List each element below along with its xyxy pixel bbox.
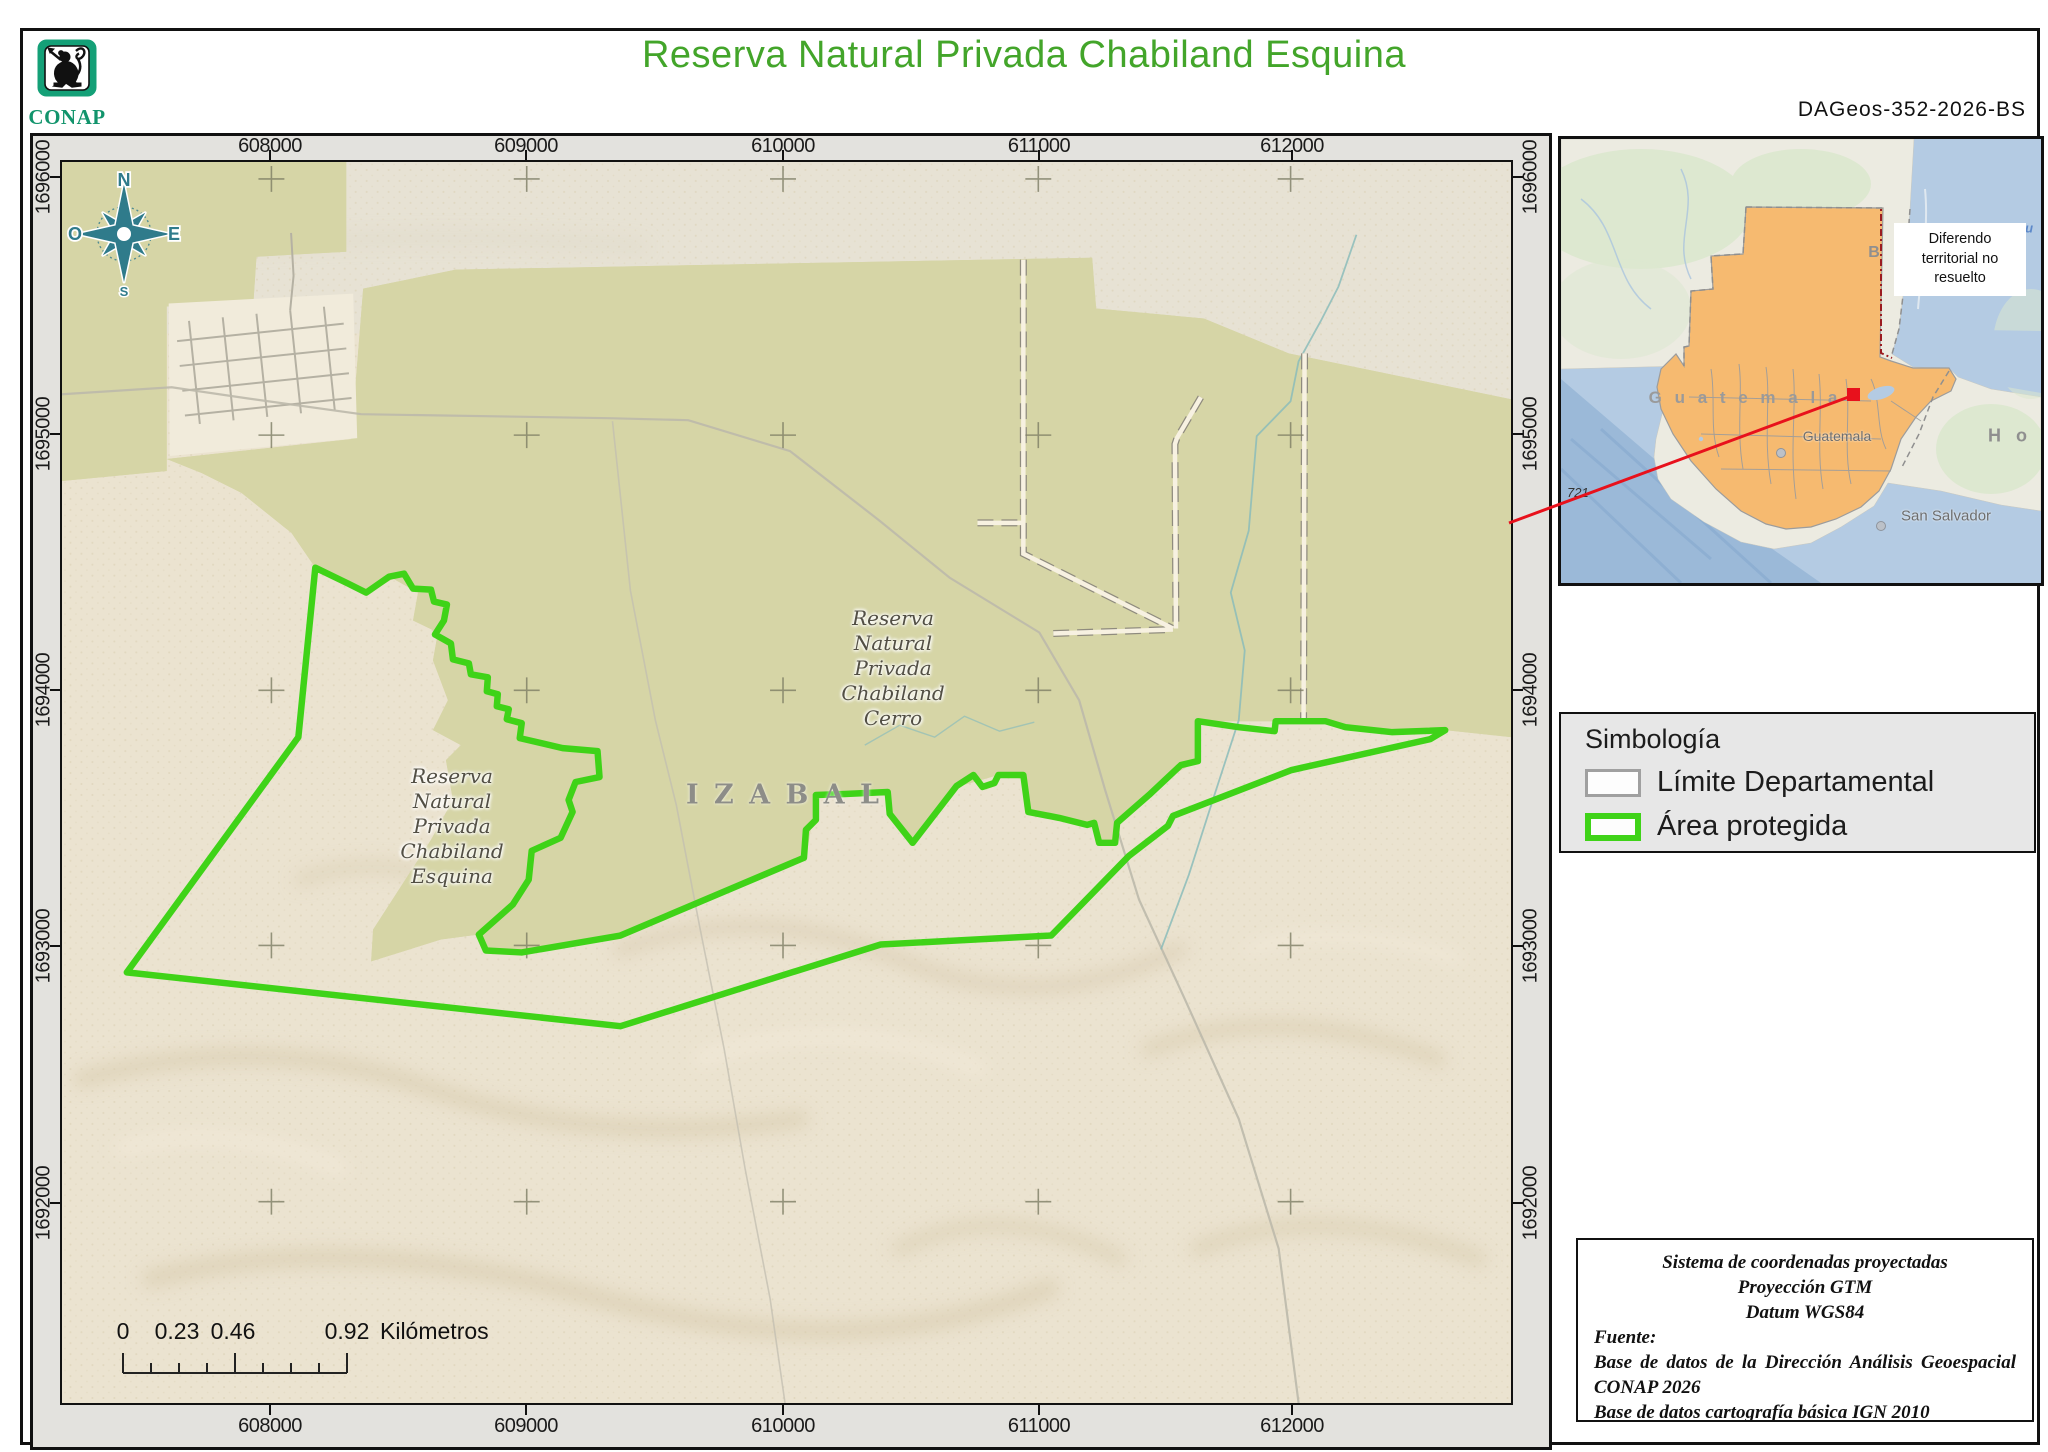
- frame-tick: [1513, 945, 1523, 947]
- frame-tick: [1291, 1405, 1293, 1415]
- frame-tick: [1513, 1202, 1523, 1204]
- inset-city-label: Guatemala: [1803, 428, 1871, 444]
- territorial-dispute-note: Diferendo territorial no resuelto: [1894, 223, 2026, 296]
- san-salvador-dot: [1877, 522, 1886, 531]
- inset-belize-fragment: B: [1868, 244, 1880, 262]
- x-tick-label: 611000: [1008, 1415, 1070, 1438]
- credits-box: Sistema de coordenadas proyectadas Proye…: [1576, 1238, 2034, 1422]
- frame-tick: [50, 689, 60, 691]
- inset-san-salvador-label: San Salvador: [1901, 508, 1991, 525]
- frame-tick: [525, 1405, 527, 1415]
- frame-tick: [1513, 176, 1523, 178]
- inset-country-label: G u a t e m a l a: [1649, 388, 1842, 408]
- scale-value: 0: [117, 1318, 130, 1345]
- source-line-2: Base de datos cartografía básica IGN 201…: [1594, 1400, 2016, 1425]
- frame-tick: [782, 150, 784, 160]
- compass-s: S: [120, 284, 129, 298]
- frame-tick: [50, 1202, 60, 1204]
- frame-tick: [1038, 150, 1040, 160]
- crs-projection: Proyección GTM: [1594, 1275, 2016, 1300]
- frame-tick: [50, 176, 60, 178]
- frame-tick: [525, 150, 527, 160]
- legend: Simbología Límite Departamental Área pro…: [1559, 712, 2036, 853]
- source-line-1: Base de datos de la Dirección Análisis G…: [1594, 1350, 2016, 1400]
- conap-logo: CONAP: [28, 38, 106, 130]
- scale-value: 0.92: [325, 1318, 370, 1345]
- frame-tick: [1291, 150, 1293, 160]
- source-heading: Fuente:: [1594, 1325, 2016, 1350]
- frame-tick: [1513, 689, 1523, 691]
- x-tick-label: 612000: [1260, 1415, 1324, 1438]
- page-title: Reserva Natural Privada Chabiland Esquin…: [0, 34, 2048, 77]
- legend-item-protected: Área protegida: [1585, 810, 1847, 843]
- crs-datum: Datum WGS84: [1594, 1300, 2016, 1325]
- legend-item-label: Área protegida: [1657, 810, 1847, 843]
- inset-honduras-fragment: H o: [1988, 426, 2032, 447]
- reserve-cerro-label: Reserva Natural Privada Chabiland Cerro: [841, 606, 944, 731]
- protected-area-swatch: [1585, 813, 1641, 841]
- scale-unit: Kilómetros: [380, 1318, 489, 1345]
- inset-locator-map: G u a t e m a l a Guatemala San Salvador…: [1558, 136, 2044, 586]
- frame-tick: [269, 150, 271, 160]
- legend-item-departmental: Límite Departamental: [1585, 766, 1934, 799]
- x-tick-label: 608000: [238, 1415, 302, 1438]
- conap-logo-icon: [36, 38, 98, 98]
- frame-tick: [50, 433, 60, 435]
- document-code: DAGeos-352-2026-BS: [1798, 98, 2026, 122]
- frame-tick: [50, 945, 60, 947]
- frame-tick: [269, 1405, 271, 1415]
- scale-bar-ruler: [110, 1345, 370, 1381]
- reference-number: 721: [1567, 485, 1589, 500]
- compass-rose-icon: N O E S: [66, 168, 182, 298]
- legend-item-label: Límite Departamental: [1657, 766, 1934, 799]
- crs-title: Sistema de coordenadas proyectadas: [1594, 1250, 2016, 1275]
- scale-value: 0.46: [211, 1318, 256, 1345]
- conap-logo-text: CONAP: [28, 105, 106, 130]
- reserve-esquina-label: Reserva Natural Privada Chabiland Esquin…: [400, 764, 503, 889]
- departmental-limit-swatch: [1585, 769, 1641, 797]
- legend-title: Simbología: [1585, 724, 1720, 755]
- scale-value: 0.23: [155, 1318, 200, 1345]
- x-tick-label: 609000: [494, 1415, 558, 1438]
- department-label: I Z A B A L: [686, 780, 882, 811]
- frame-tick: [782, 1405, 784, 1415]
- compass-e: E: [168, 224, 180, 244]
- map-document: CONAP Reserva Natural Privada Chabiland …: [0, 0, 2048, 1452]
- compass-n: N: [118, 170, 131, 190]
- guatemala-city-dot: [1777, 449, 1786, 458]
- frame-tick: [1038, 1405, 1040, 1415]
- frame-tick: [1513, 433, 1523, 435]
- x-tick-label: 610000: [751, 1415, 815, 1438]
- compass-o: O: [68, 224, 82, 244]
